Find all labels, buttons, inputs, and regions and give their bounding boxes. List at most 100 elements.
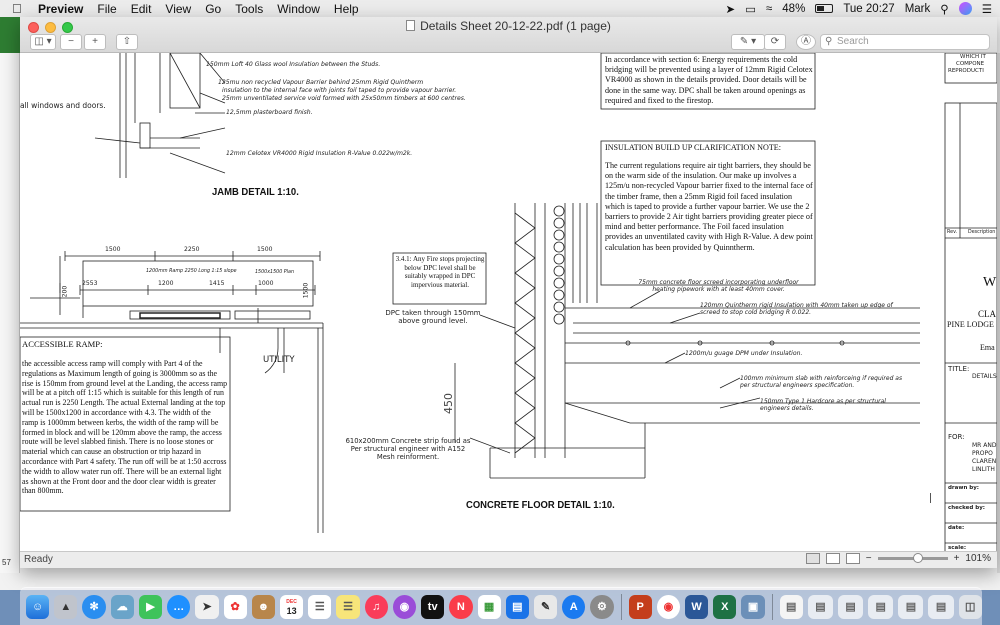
zoom-control: − + 101% (805, 553, 991, 564)
battery-percent[interactable]: 48% (782, 3, 805, 15)
search-field[interactable]: ⚲ Search (820, 34, 990, 50)
accessible-ramp-title: ACCESSIBLE RAMP: (22, 339, 103, 349)
jamb-note-service-void: 25mm unventilated service void formed wi… (222, 95, 466, 102)
ramp-dim-mid-2: 1200 (158, 280, 174, 287)
zoom-out-icon[interactable]: − (866, 553, 872, 564)
dock-separator (620, 593, 622, 620)
titleblock-rev: Rev. (947, 230, 958, 235)
recent-document-4-icon[interactable]: ▤ (898, 594, 924, 619)
menu-help[interactable]: Help (334, 2, 359, 16)
text-cursor (930, 493, 931, 503)
search-placeholder: Search (837, 36, 869, 47)
zoom-slider-knob[interactable] (913, 553, 924, 563)
rotate-button[interactable]: ⟳ (764, 34, 786, 50)
ramp-dim-top-3: 1500 (257, 246, 273, 253)
floor-note-screed: 75mm concrete floor screed incorporating… (638, 279, 799, 293)
apple-menu-icon[interactable]:  (12, 1, 26, 16)
notes-icon[interactable]: ☰ (336, 594, 360, 619)
titleblock-checked-by: checked by: (948, 505, 985, 511)
menu-go[interactable]: Go (205, 2, 221, 16)
reminders-icon[interactable]: ☰ (308, 594, 332, 619)
share-button[interactable]: ⇧ (116, 34, 138, 50)
dim-450: 450 (442, 393, 455, 414)
pages-icon[interactable]: ✎ (533, 594, 558, 619)
finder-icon[interactable]: ☺ (26, 594, 50, 619)
jamb-note-celotex: 12mm Celotex VR4000 Rigid Insulation R-V… (226, 150, 413, 157)
menu-file[interactable]: File (97, 2, 116, 16)
airplay-icon[interactable]: ▭ (745, 2, 756, 16)
clock[interactable]: Tue 20:27 (843, 3, 894, 15)
preview-document-icon[interactable]: ▣ (741, 594, 765, 619)
app-store-icon[interactable]: A (562, 594, 586, 619)
jamb-note-joints-taped: insulation to the internal face with joi… (222, 87, 457, 94)
siri-icon[interactable] (958, 2, 972, 15)
menu-bar:  Preview File Edit View Go Tools Window… (0, 0, 1000, 17)
trash-icon[interactable]: ◫ (958, 594, 982, 619)
jamb-note-plasterboard: 12,5mm plasterboard finish. (226, 109, 313, 116)
normal-view-button[interactable] (805, 553, 820, 564)
recent-document-3-icon[interactable]: ▤ (868, 594, 894, 619)
system-preferences-icon[interactable]: ⚙ (590, 594, 614, 619)
titleblock-top-1: WHICH IT (960, 54, 986, 60)
user-name[interactable]: Mark (905, 3, 931, 15)
status-bar: Ready − + 101% (20, 551, 997, 568)
spotlight-search-icon[interactable]: ⚲ (940, 2, 948, 16)
page-layout-button[interactable] (825, 553, 840, 564)
zoom-out-button[interactable]: − (60, 34, 82, 50)
menu-window[interactable]: Window (277, 2, 320, 16)
zoom-in-button[interactable]: + (84, 34, 106, 50)
jamb-note-loft-insulation: 150mm Loft 40 Glass wool Insulation betw… (206, 61, 381, 68)
facetime-icon[interactable]: ▶ (138, 594, 163, 619)
calendar-icon[interactable]: DEC 13 (279, 594, 304, 619)
ramp-dim-right: 1500 (302, 282, 310, 299)
dpc-note: DPC taken through 150mm above ground lev… (385, 309, 481, 325)
recent-document-1-icon[interactable]: ▤ (807, 594, 833, 619)
recent-document-5-icon[interactable]: ▤ (928, 594, 954, 619)
titleblock-ema: Ema (980, 343, 995, 352)
photos-icon[interactable]: ✿ (223, 594, 247, 619)
ramp-dim-mid-1: 2553 (82, 280, 98, 287)
downloads-stack-icon[interactable]: ▤ (779, 594, 803, 619)
jamb-detail-title: JAMB DETAIL 1:10. (212, 186, 299, 198)
zoom-in-icon[interactable]: + (954, 553, 960, 564)
recent-document-2-icon[interactable]: ▤ (838, 594, 864, 619)
maps-icon[interactable]: ➤ (195, 594, 219, 619)
titleblock-top-2: COMPONE (956, 61, 985, 67)
zoom-slider[interactable] (877, 553, 948, 563)
titleblock-for-label: FOR: (948, 433, 965, 441)
word-icon[interactable]: W (685, 594, 709, 619)
pdf-page-canvas[interactable]: 150mm Loft 40 Glass wool Insulation betw… (20, 53, 997, 551)
battery-icon[interactable] (815, 4, 834, 13)
preview-app-icon[interactable]: ☁ (110, 594, 134, 619)
wifi-icon[interactable]: ≈ (766, 3, 772, 15)
contacts-icon[interactable]: ☻ (251, 594, 275, 619)
keynote-icon[interactable]: ▤ (505, 594, 529, 619)
messages-icon[interactable]: … (167, 594, 191, 619)
launchpad-icon[interactable]: ▲ (54, 594, 78, 619)
news-icon[interactable]: N (449, 594, 473, 619)
notification-center-icon[interactable]: ☰ (982, 2, 992, 16)
window-titlebar[interactable]: Details Sheet 20-12-22.pdf (1 page) ◫ ▾ … (20, 17, 997, 53)
page-break-button[interactable] (845, 553, 860, 564)
location-icon[interactable]: ➤ (725, 2, 735, 16)
ramp-dim-side: 200 (61, 285, 69, 298)
chrome-icon[interactable]: ◉ (656, 594, 680, 619)
search-icon: ⚲ (825, 36, 833, 47)
excel-icon[interactable]: X (713, 594, 737, 619)
markup-button[interactable]: Ⓐ (796, 34, 816, 50)
music-icon[interactable]: ♫ (364, 594, 388, 619)
safari-icon[interactable]: ✻ (82, 594, 106, 619)
markup-toolbar-button[interactable]: ✎ ▾ (731, 34, 765, 50)
menu-app-name[interactable]: Preview (38, 2, 83, 16)
titleblock-description: Description (968, 230, 996, 235)
numbers-icon[interactable]: ▦ (477, 594, 501, 619)
titleblock-for-line-2: PROPO (972, 450, 993, 457)
sidebar-toggle-button[interactable]: ◫ ▾ (30, 34, 56, 50)
floor-note-quintherm: 120mm Quintherm rigid Insulation with 40… (700, 302, 893, 316)
powerpoint-icon[interactable]: P (628, 594, 652, 619)
apple-tv-icon[interactable]: tv (421, 594, 445, 619)
menu-view[interactable]: View (165, 2, 191, 16)
menu-tools[interactable]: Tools (235, 2, 263, 16)
menu-edit[interactable]: Edit (131, 2, 152, 16)
podcasts-icon[interactable]: ◉ (392, 594, 417, 619)
